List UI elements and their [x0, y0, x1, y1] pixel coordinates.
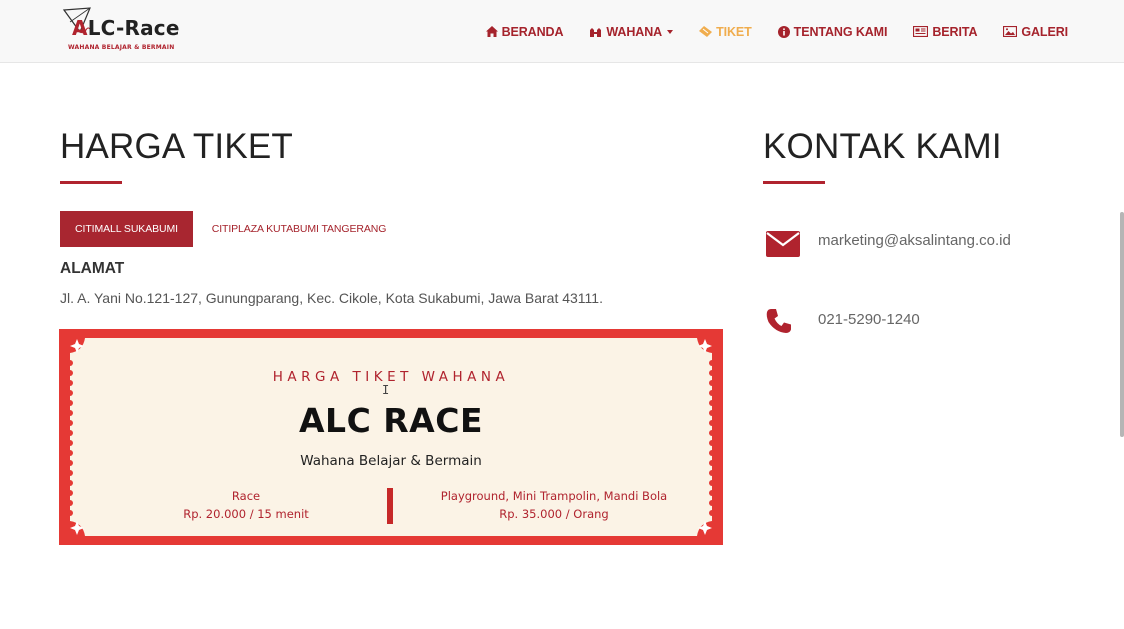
contact-phone-number[interactable]: 021-5290-1240	[818, 311, 920, 328]
price-playground: Playground, Mini Trampolin, Mandi Bola R…	[409, 487, 699, 523]
ticket-name: ALC RACE	[299, 401, 483, 440]
nav-label: WAHANA	[606, 24, 663, 39]
nav-item-wahana[interactable]: WAHANA	[589, 24, 674, 39]
main-nav: BERANDA WAHANA TIKET TENTANG KAMI BERITA…	[485, 0, 1068, 63]
logo-wordmark: ALC-Race	[72, 16, 180, 40]
info-icon	[777, 25, 790, 38]
text-cursor-icon: I	[382, 383, 390, 397]
contact-email: marketing@aksalintang.co.id	[766, 228, 1011, 260]
address-value: Jl. A. Yani No.121-127, Gunungparang, Ke…	[60, 290, 603, 306]
nav-label: BERANDA	[501, 24, 564, 39]
nav-item-berita[interactable]: BERITA	[913, 25, 977, 39]
image-icon	[1003, 26, 1018, 37]
nav-item-galeri[interactable]: GALERI	[1003, 25, 1068, 39]
price-value: Rp. 35.000 / Orang	[499, 507, 609, 521]
price-value: Rp. 20.000 / 15 menit	[183, 507, 309, 521]
home-icon	[485, 26, 498, 37]
nav-item-beranda[interactable]: BERANDA	[485, 24, 564, 39]
site-logo[interactable]: ALC-Race WAHANA BELAJAR & BERMAIN	[60, 4, 200, 56]
contact-phone: 021-5290-1240	[766, 306, 920, 336]
price-divider	[387, 488, 393, 524]
nav-label: BERITA	[932, 24, 978, 39]
top-navbar: ALC-Race WAHANA BELAJAR & BERMAIN BERAND…	[0, 0, 1124, 63]
phone-icon	[766, 308, 800, 334]
newspaper-icon	[913, 26, 929, 37]
nav-item-tentang-kami[interactable]: TENTANG KAMI	[777, 24, 888, 39]
envelope-icon	[766, 231, 800, 257]
nav-label: TIKET	[716, 24, 752, 39]
title-underline	[763, 181, 825, 184]
page-scrollbar[interactable]	[1120, 212, 1124, 437]
section-title-harga-tiket: HARGA TIKET	[60, 127, 293, 166]
tab-citiplaza-kutabumi[interactable]: CITIPLAZA KUTABUMI TANGERANG	[199, 211, 399, 247]
section-title-kontak-kami: KONTAK KAMI	[763, 127, 1002, 166]
tab-citimall-sukabumi[interactable]: CITIMALL SUKABUMI	[60, 211, 193, 247]
ticket-price-card: HARGA TIKET WAHANA I ALC RACE Wahana Bel…	[59, 329, 723, 545]
address-label: ALAMAT	[60, 260, 125, 277]
ticket-title: HARGA TIKET WAHANA	[272, 369, 510, 385]
price-item: Playground, Mini Trampolin, Mandi Bola	[440, 489, 668, 503]
title-underline	[60, 181, 122, 184]
contact-email-link[interactable]: marketing@aksalintang.co.id	[818, 232, 1011, 249]
nav-label: TENTANG KAMI	[793, 24, 888, 39]
price-race: Race Rp. 20.000 / 15 menit	[139, 487, 353, 523]
logo-tagline: WAHANA BELAJAR & BERMAIN	[68, 44, 175, 51]
price-item: Race	[231, 489, 261, 503]
nav-item-tiket[interactable]: TIKET	[699, 25, 752, 39]
ticket-subtitle: Wahana Belajar & Bermain	[300, 453, 482, 469]
chevron-down-icon	[667, 29, 674, 34]
nav-label: GALERI	[1021, 24, 1068, 39]
ticket-icon	[699, 26, 713, 37]
attraction-icon	[590, 28, 602, 37]
